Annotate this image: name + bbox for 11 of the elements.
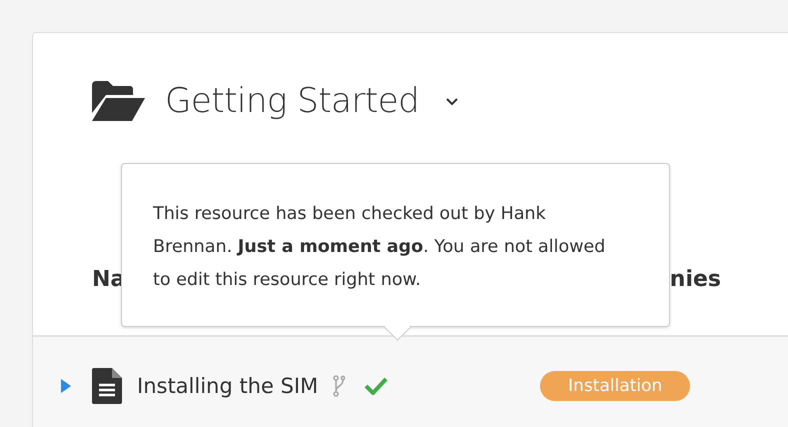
category-tag: Installation (540, 370, 690, 400)
document-icon (92, 368, 122, 404)
column-header: nies (670, 266, 721, 292)
branch-icon (333, 374, 346, 396)
expand-triangle-icon[interactable] (61, 378, 71, 392)
folder-title: Getting Started (165, 81, 420, 121)
tooltip-message: This resource has been checked out by Hank Brennan. Just a moment ago. You are not allowed to edit this resource right now. (153, 204, 606, 290)
chevron-down-icon[interactable] (445, 96, 460, 106)
check-icon (364, 376, 388, 394)
resource-name[interactable]: Installing the SIM (137, 374, 318, 398)
folder-icon (92, 81, 145, 121)
